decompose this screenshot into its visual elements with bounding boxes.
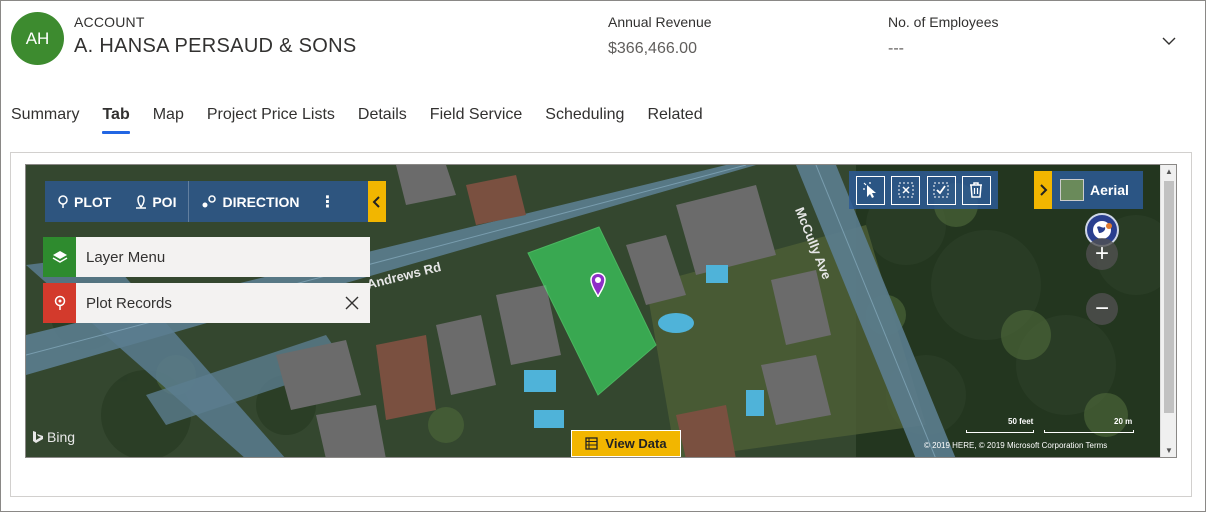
entity-type-label: ACCOUNT	[74, 14, 145, 30]
chevron-left-icon	[372, 195, 380, 208]
layer-menu-panel[interactable]: Layer Menu	[43, 237, 370, 277]
annual-revenue-label: Annual Revenue	[608, 14, 712, 30]
scroll-up-icon[interactable]: ▲	[1165, 167, 1173, 176]
zoom-in-button[interactable]: +	[1086, 238, 1118, 270]
tab-project-price-lists[interactable]: Project Price Lists	[207, 106, 335, 134]
pin-icon	[58, 194, 68, 208]
annual-revenue-field: Annual Revenue $366,466.00	[608, 14, 712, 58]
bing-logo: Bing	[32, 429, 75, 445]
aerial-label: Aerial	[1090, 182, 1129, 198]
scale-bar-meters	[1044, 430, 1134, 433]
poi-icon	[136, 194, 147, 209]
more-options-icon[interactable]: ⋮	[311, 192, 343, 212]
delete-button[interactable]	[961, 175, 991, 205]
view-data-button[interactable]: View Data	[571, 430, 681, 457]
tab-map[interactable]: Map	[153, 106, 184, 134]
map-toolbar: PLOT POI DIRECTION ⋮	[45, 181, 368, 222]
cursor-select-icon	[862, 182, 876, 198]
avatar-initials: AH	[25, 28, 50, 48]
page-title: A. HANSA PERSAUD & SONS	[74, 35, 357, 57]
direction-button[interactable]: DIRECTION	[189, 181, 311, 222]
pin-icon	[43, 283, 76, 323]
aerial-thumbnail-icon	[1060, 179, 1084, 201]
plot-button[interactable]: PLOT	[45, 181, 123, 222]
box-select-button[interactable]	[926, 175, 956, 205]
tab-bar: Summary Tab Map Project Price Lists Deta…	[11, 106, 726, 134]
tab-details[interactable]: Details	[358, 106, 407, 134]
close-icon[interactable]	[334, 296, 370, 310]
plot-records-panel[interactable]: Plot Records	[43, 283, 370, 323]
minus-icon: −	[1094, 295, 1109, 322]
bing-icon	[33, 431, 43, 443]
scrollbar-thumb[interactable]	[1164, 181, 1174, 413]
plot-label: PLOT	[74, 193, 112, 210]
scale-meters-label: 20 m	[1114, 417, 1133, 426]
select-pointer-button[interactable]	[856, 175, 886, 205]
employees-label: No. of Employees	[888, 14, 999, 30]
map-type-button[interactable]: Aerial	[1052, 171, 1143, 209]
view-data-label: View Data	[605, 436, 667, 451]
tab-summary[interactable]: Summary	[11, 106, 79, 134]
clear-selection-button[interactable]	[891, 175, 921, 205]
selection-toolbar	[849, 171, 998, 209]
layers-icon	[43, 237, 76, 277]
box-check-icon	[933, 182, 949, 198]
annual-revenue-value: $366,466.00	[608, 40, 697, 57]
collapse-toolbar-button[interactable]	[368, 181, 386, 222]
layer-menu-label: Layer Menu	[86, 248, 166, 266]
route-icon	[202, 194, 217, 207]
tab-related[interactable]: Related	[647, 106, 702, 134]
zoom-out-button[interactable]: −	[1086, 293, 1118, 325]
tab-scheduling[interactable]: Scheduling	[545, 106, 624, 134]
direction-label: DIRECTION	[222, 193, 300, 210]
table-icon	[585, 437, 599, 450]
chevron-down-icon[interactable]	[1160, 32, 1178, 50]
plot-records-label: Plot Records	[86, 294, 172, 312]
map-copyright[interactable]: © 2019 HERE, © 2019 Microsoft Corporatio…	[924, 441, 1107, 450]
bing-label: Bing	[47, 429, 76, 445]
map-view[interactable]: Andrews Rd McCully Ave PLOT POI DIRECTIO…	[25, 164, 1177, 458]
tab-tab[interactable]: Tab	[102, 106, 130, 134]
chevron-right-icon	[1040, 184, 1048, 196]
scale-feet-label: 50 feet	[1008, 417, 1034, 426]
poi-button[interactable]: POI	[123, 181, 188, 222]
employees-value: ---	[888, 40, 904, 57]
tab-field-service[interactable]: Field Service	[430, 106, 522, 134]
trash-icon	[970, 182, 983, 198]
plus-icon: +	[1094, 240, 1109, 267]
box-x-icon	[898, 182, 914, 198]
scroll-down-icon[interactable]: ▼	[1165, 446, 1173, 455]
employees-field: No. of Employees ---	[888, 14, 999, 58]
scale-bar-feet	[966, 430, 1034, 433]
map-scrollbar[interactable]: ▲ ▼	[1160, 165, 1176, 457]
expand-map-type-button[interactable]	[1034, 171, 1052, 209]
avatar: AH	[11, 12, 64, 65]
poi-label: POI	[152, 193, 177, 210]
